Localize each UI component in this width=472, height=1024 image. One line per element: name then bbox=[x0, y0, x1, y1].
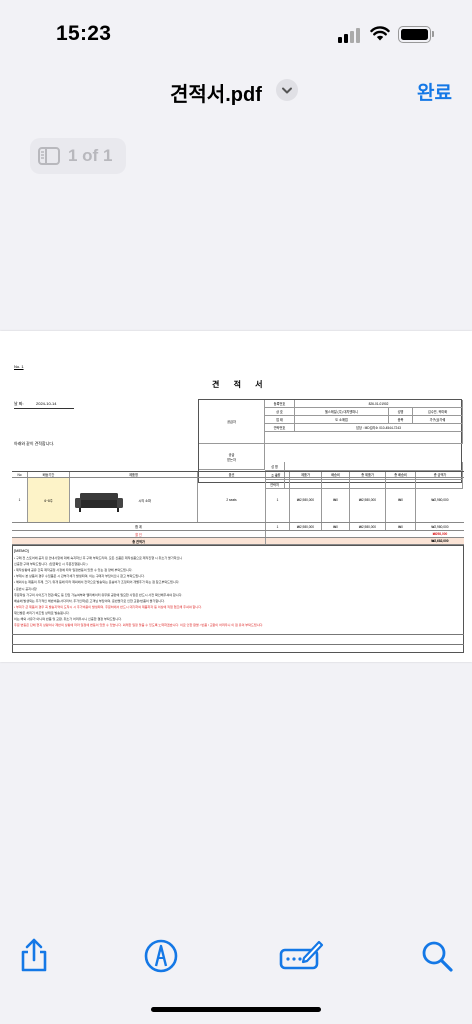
memo-line: • 해외사는 제품의 두께, 크기, 위개 등에 따라 제외에서 전국으로 발송… bbox=[14, 580, 180, 585]
memo-line: 주문하실 가구의 사이즈가 현관/복도 등 진입 가능여부와 엘리베이터 유무를… bbox=[14, 592, 183, 597]
signature-icon bbox=[279, 940, 324, 970]
memo-line: 신중한 구매 부탁드립니다. (입금확인 시 주문진행됩니다.) bbox=[14, 562, 88, 567]
chevron-down-icon[interactable] bbox=[276, 79, 298, 101]
subtotal-row: 합 계 1 ₩2,980,000 ₩0 ₩2,980,000 ₩0 ₩2,980… bbox=[12, 523, 464, 531]
document-number: No. 1 bbox=[14, 364, 24, 369]
memo-line: 이는 해외 사유가 아니며 반품 및 교환, 취소가 어려우시니 신중한 결정 … bbox=[14, 617, 122, 621]
representative: 김수빈, 곽미화 bbox=[413, 408, 463, 416]
table-header-row: No 배송기간 제품명 옵션 수량 제품가 배송비 총 제품가 총 배송비 총 … bbox=[12, 471, 464, 478]
memo-line: 재인발은 처리기 비조립 상태로 발송됩니다. bbox=[14, 610, 70, 615]
recipient-side-label: 공급 받는자 bbox=[199, 444, 265, 470]
memo-line: • 부재시 본 상품의 경우 수입품은 시 관부가세가 발생되며, 이는 구매자… bbox=[14, 574, 145, 579]
page-count: 1 of 1 bbox=[68, 146, 113, 165]
date-value: 2024-10-14 bbox=[36, 401, 57, 406]
memo-title: [MEMO] bbox=[14, 548, 29, 553]
supplier-contact: 담당 : MD김라소 010-4544-7243 bbox=[295, 424, 463, 432]
sidebar-icon bbox=[38, 147, 60, 165]
pdf-page[interactable]: No. 1 견 적 서 날 짜: 2024-10-14 아래와 같이 견적합니다… bbox=[0, 331, 472, 662]
wifi-icon bbox=[370, 26, 390, 41]
share-button[interactable] bbox=[14, 936, 54, 976]
memo-line: • 제작상황에 공유 간혹 제작공정 사정에 따라 일정변동이 있을 수 있는 … bbox=[14, 568, 133, 573]
supplier-side-label: 공급자 bbox=[199, 400, 265, 444]
nav-bar: 견적서.pdf 완료 bbox=[0, 70, 472, 114]
done-button[interactable]: 완료 bbox=[417, 78, 452, 105]
company-name: 헬스매일 (주) 대치엔파니 bbox=[295, 408, 389, 416]
memo-line: • 운반시 공지사항 bbox=[14, 586, 37, 591]
grand-total-row: 총 견적가 ₩2,682,000 bbox=[12, 538, 464, 545]
memo-line: • 구매 전 스토어에 공지 된 안내사항에 대해 숙지하신 후 구매 부탁드리… bbox=[14, 556, 183, 560]
signature-button[interactable] bbox=[278, 936, 324, 976]
search-icon bbox=[422, 941, 453, 972]
table-row: 1 6~8주 시의 소파 2 seats 1 ₩2,980,000 ₩0 ₩2,… bbox=[12, 478, 464, 523]
home-indicator[interactable] bbox=[151, 1007, 321, 1012]
date-label: 날 짜: bbox=[14, 401, 24, 406]
memo-line: 배송에 발생되는 추가적인 해반비용(사다리차, 추가인력)은 고객님 부담이며… bbox=[14, 598, 165, 603]
greeting-text: 아래와 같이 견적합니다. bbox=[14, 441, 55, 446]
markup-button[interactable] bbox=[141, 936, 181, 976]
status-time: 15:23 bbox=[56, 22, 112, 45]
cellular-signal-icon bbox=[338, 27, 362, 43]
page-indicator[interactable]: 1 of 1 bbox=[30, 138, 126, 174]
markup-pen-icon bbox=[144, 939, 178, 973]
document-title[interactable]: 견적서.pdf bbox=[170, 78, 262, 107]
memo-line: • 부피가 큰 제품의 경우 꼭 발송지역의 도착시 시 추가비용이 발생되며,… bbox=[14, 604, 202, 609]
document-heading: 견 적 서 bbox=[212, 380, 269, 389]
search-button[interactable] bbox=[418, 936, 458, 976]
sofa-product-image bbox=[75, 493, 123, 512]
battery-icon bbox=[398, 26, 431, 43]
share-icon bbox=[21, 938, 47, 972]
registration-number: 826-01-01902 bbox=[295, 400, 463, 408]
discount-row: 할 인 ₩298,000 bbox=[12, 531, 464, 538]
memo-line: 주문 변동은 단체 현지 상황이나 제반의 상황에 따라 일정에 변동이 있을 … bbox=[14, 623, 264, 628]
status-bar: 15:23 bbox=[0, 0, 472, 70]
